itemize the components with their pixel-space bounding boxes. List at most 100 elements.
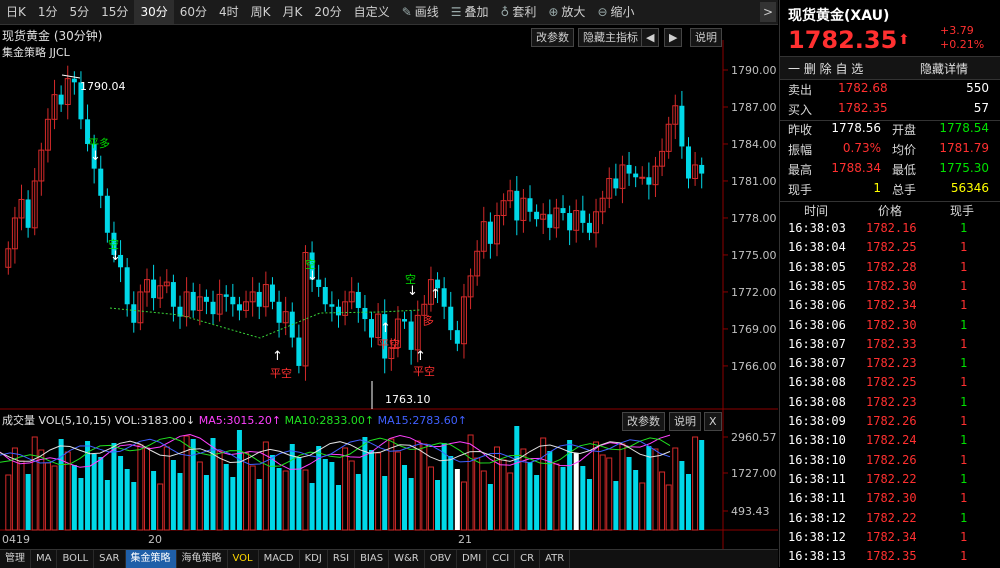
hide-details-button[interactable]: 隐藏详情 (920, 60, 968, 77)
volume-help-button[interactable]: 说明 (669, 412, 701, 431)
tab-bias[interactable]: BIAS (355, 550, 390, 568)
tab-cr[interactable]: CR (515, 550, 541, 568)
candle-body (448, 306, 454, 331)
price-tick-label: 1775.00 (731, 249, 777, 262)
trade-price: 1782.26 (866, 452, 917, 467)
volume-bar (454, 469, 460, 530)
volume-close-button[interactable]: X (704, 412, 722, 431)
trades-list[interactable]: 16:38:03 1782.16 1 16:38:04 1782.25 1 16:38:05… (780, 221, 1000, 567)
candle-body (586, 222, 592, 233)
trade-price: 1782.26 (866, 414, 917, 428)
trade-row: 16:38:05 1782.30 1 (780, 279, 1000, 298)
volume-bar (665, 484, 672, 531)
tab-vol[interactable]: VOL (228, 550, 259, 568)
tab-atr[interactable]: ATR (540, 550, 571, 568)
chart-help-button[interactable]: 说明 (690, 28, 722, 47)
volume-bar (236, 430, 242, 530)
trades-header-time: 时间 (804, 204, 829, 218)
tab-manage[interactable]: 管理 (0, 550, 31, 568)
tab-kdj[interactable]: KDJ (300, 550, 328, 568)
trade-row: 16:38:08 1782.23 1 (780, 395, 1000, 414)
period-4h[interactable]: 4时 (213, 0, 245, 24)
volume-bar (118, 456, 124, 530)
scroll-right-button[interactable]: ▶ (664, 28, 683, 47)
scroll-left-button[interactable]: ◀ (641, 28, 660, 47)
volume-tick-label: 2960.57 (731, 431, 777, 444)
candle-body (355, 291, 361, 308)
trade-time: 16:38:11 (788, 471, 846, 486)
tab-obv[interactable]: OBV (425, 550, 457, 568)
candle-body (567, 213, 573, 231)
overlay-button[interactable]: ☰ 叠加 (445, 0, 495, 24)
tab-cci[interactable]: CCI (487, 550, 516, 568)
symbol-name: 现货黄金(XAU) (788, 8, 890, 24)
kline-chart[interactable]: 1790.041763.10 平多↓空↓空↓ 空↓平空↑平空↑平空↑多↑ 1790… (0, 25, 778, 549)
candle-body (124, 267, 130, 305)
tab-sar[interactable]: SAR (94, 550, 126, 568)
volume-bar (507, 472, 514, 531)
trades-header: 时间 价格 现手 (780, 202, 1000, 221)
tab-boll[interactable]: BOLL (57, 550, 95, 568)
draw-line-label: 画线 (414, 5, 439, 19)
volume-edit-params-button[interactable]: 改参数 (622, 412, 665, 431)
stat-value: 0.73% (842, 141, 881, 155)
high-pointer (61, 74, 81, 79)
period-day[interactable]: 日K (0, 0, 32, 24)
period-week[interactable]: 周K (245, 0, 277, 24)
candle-body (408, 321, 414, 350)
tab-jijin-strategy[interactable]: 集金策略 (125, 550, 177, 568)
volume-bar (223, 464, 229, 530)
candle-body (58, 94, 64, 105)
tab-rsi[interactable]: RSI (328, 550, 356, 568)
bid-label: 买入 (788, 103, 813, 117)
tab-macd[interactable]: MACD (259, 550, 300, 568)
period-custom[interactable]: 自定义 (348, 0, 396, 24)
candle-body (547, 214, 553, 228)
remove-watchlist-button[interactable]: 一 删 除 自 选 (788, 60, 863, 77)
tab-ma[interactable]: MA (31, 550, 58, 568)
volume-bar (111, 443, 117, 530)
period-30min[interactable]: 30分 (134, 0, 174, 24)
trade-qty: 1 (960, 529, 968, 544)
volume-bar (534, 475, 540, 530)
tab-wr[interactable]: W&R (389, 550, 425, 568)
period-5min[interactable]: 5分 (64, 0, 96, 24)
zoom-in-icon: ⊕ (548, 5, 559, 19)
volume-bar (369, 450, 375, 530)
volume-bar (646, 446, 652, 530)
volume-bar (672, 447, 679, 531)
period-1min[interactable]: 1分 (32, 0, 64, 24)
period-month[interactable]: 月K (277, 0, 309, 24)
price-axis: 1790.00 1787.00 1784.00 1781.00 1778.00 1775.… (723, 64, 777, 373)
volume-bar (586, 479, 592, 530)
volume-bar (196, 461, 203, 531)
collapse-panel-button[interactable]: > (760, 2, 776, 22)
volume-bar (487, 484, 493, 530)
edit-params-button[interactable]: 改参数 (531, 28, 574, 47)
period-60min[interactable]: 60分 (174, 0, 213, 24)
arbitrage-button[interactable]: ♁ 套利 (495, 0, 543, 24)
candle-body (269, 284, 275, 302)
tab-turtle-strategy[interactable]: 海龟策略 (177, 550, 228, 568)
candle-body (454, 330, 460, 344)
candle-body (71, 78, 77, 83)
zoom-out-button[interactable]: ⊖ 缩小 (591, 0, 640, 24)
tab-dmi[interactable]: DMI (457, 550, 488, 568)
candle-body (514, 190, 520, 221)
trade-row: 16:38:12 1782.22 1 (780, 511, 1000, 530)
volume-bar (388, 438, 395, 531)
candle-body (203, 296, 209, 302)
period-20min[interactable]: 20分 (308, 0, 347, 24)
period-15min[interactable]: 15分 (95, 0, 134, 24)
volume-bar (375, 452, 382, 531)
volume-bar (230, 477, 236, 530)
hide-main-indicator-button[interactable]: 隐藏主指标 (578, 28, 643, 47)
zoom-in-button[interactable]: ⊕ 放大 (542, 0, 591, 24)
candle-body (230, 296, 236, 305)
trade-price: 1782.28 (866, 259, 917, 274)
draw-line-button[interactable]: ✎ 画线 (396, 0, 445, 24)
high-price-label: 1790.04 (80, 80, 126, 93)
candle-body (534, 211, 540, 220)
zoom-out-icon: ⊖ (597, 5, 608, 19)
money-bag-icon: ♁ (500, 5, 510, 19)
